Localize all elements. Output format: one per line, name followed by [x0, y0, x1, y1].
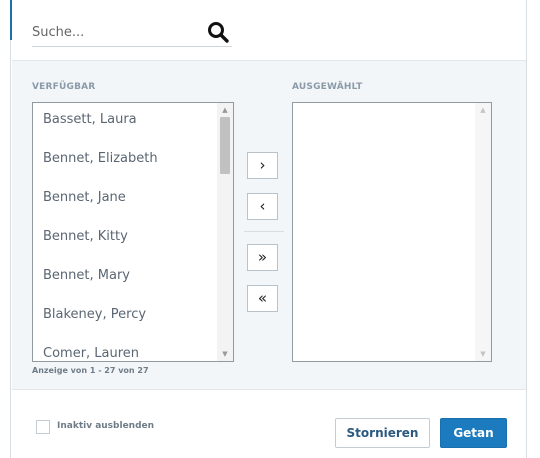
list-item[interactable]: Bennet, Elizabeth — [33, 142, 217, 181]
move-right-button[interactable]: › — [247, 152, 278, 179]
available-column-label: VERFÜGBAR — [32, 82, 96, 92]
move-left-button[interactable]: ‹ — [247, 193, 278, 220]
list-item[interactable]: Comer, Lauren — [33, 337, 217, 361]
available-scrollbar[interactable]: ▲ ▼ — [217, 103, 233, 361]
triangle-down-icon[interactable]: ▼ — [475, 347, 491, 361]
triangle-up-icon[interactable]: ▲ — [217, 103, 233, 117]
list-item[interactable]: Blakeney, Percy — [33, 298, 217, 337]
list-item[interactable]: Bassett, Laura — [33, 103, 217, 142]
selected-scrollbar[interactable]: ▲ ▼ — [475, 103, 491, 361]
list-item[interactable]: Bennet, Kitty — [33, 220, 217, 259]
move-all-right-button[interactable]: » — [247, 244, 278, 271]
selected-list — [293, 103, 475, 361]
list-item[interactable]: Bennet, Jane — [33, 181, 217, 220]
done-button[interactable]: Getan — [440, 418, 507, 448]
search-icon[interactable] — [206, 20, 230, 44]
hide-inactive-checkbox[interactable] — [36, 420, 50, 434]
selected-listbox[interactable]: ▲ ▼ — [292, 102, 492, 362]
cancel-button[interactable]: Stornieren — [335, 418, 430, 448]
search-input[interactable] — [32, 20, 197, 44]
move-all-left-button[interactable]: « — [247, 285, 278, 312]
available-listbox[interactable]: Bassett, Laura Bennet, Elizabeth Bennet,… — [32, 102, 234, 362]
available-count: Anzeige von 1 - 27 von 27 — [32, 366, 149, 375]
focus-accent-bar — [10, 0, 12, 40]
hide-inactive-label: Inaktiv ausblenden — [57, 421, 155, 431]
search-box — [32, 18, 232, 47]
list-item[interactable]: Bennet, Mary — [33, 259, 217, 298]
selected-column-label: AUSGEWÄHLT — [292, 82, 363, 92]
scroll-thumb[interactable] — [220, 117, 230, 174]
triangle-down-icon[interactable]: ▼ — [217, 347, 233, 361]
available-list: Bassett, Laura Bennet, Elizabeth Bennet,… — [33, 103, 217, 361]
button-divider — [244, 231, 284, 232]
triangle-up-icon[interactable]: ▲ — [475, 103, 491, 117]
